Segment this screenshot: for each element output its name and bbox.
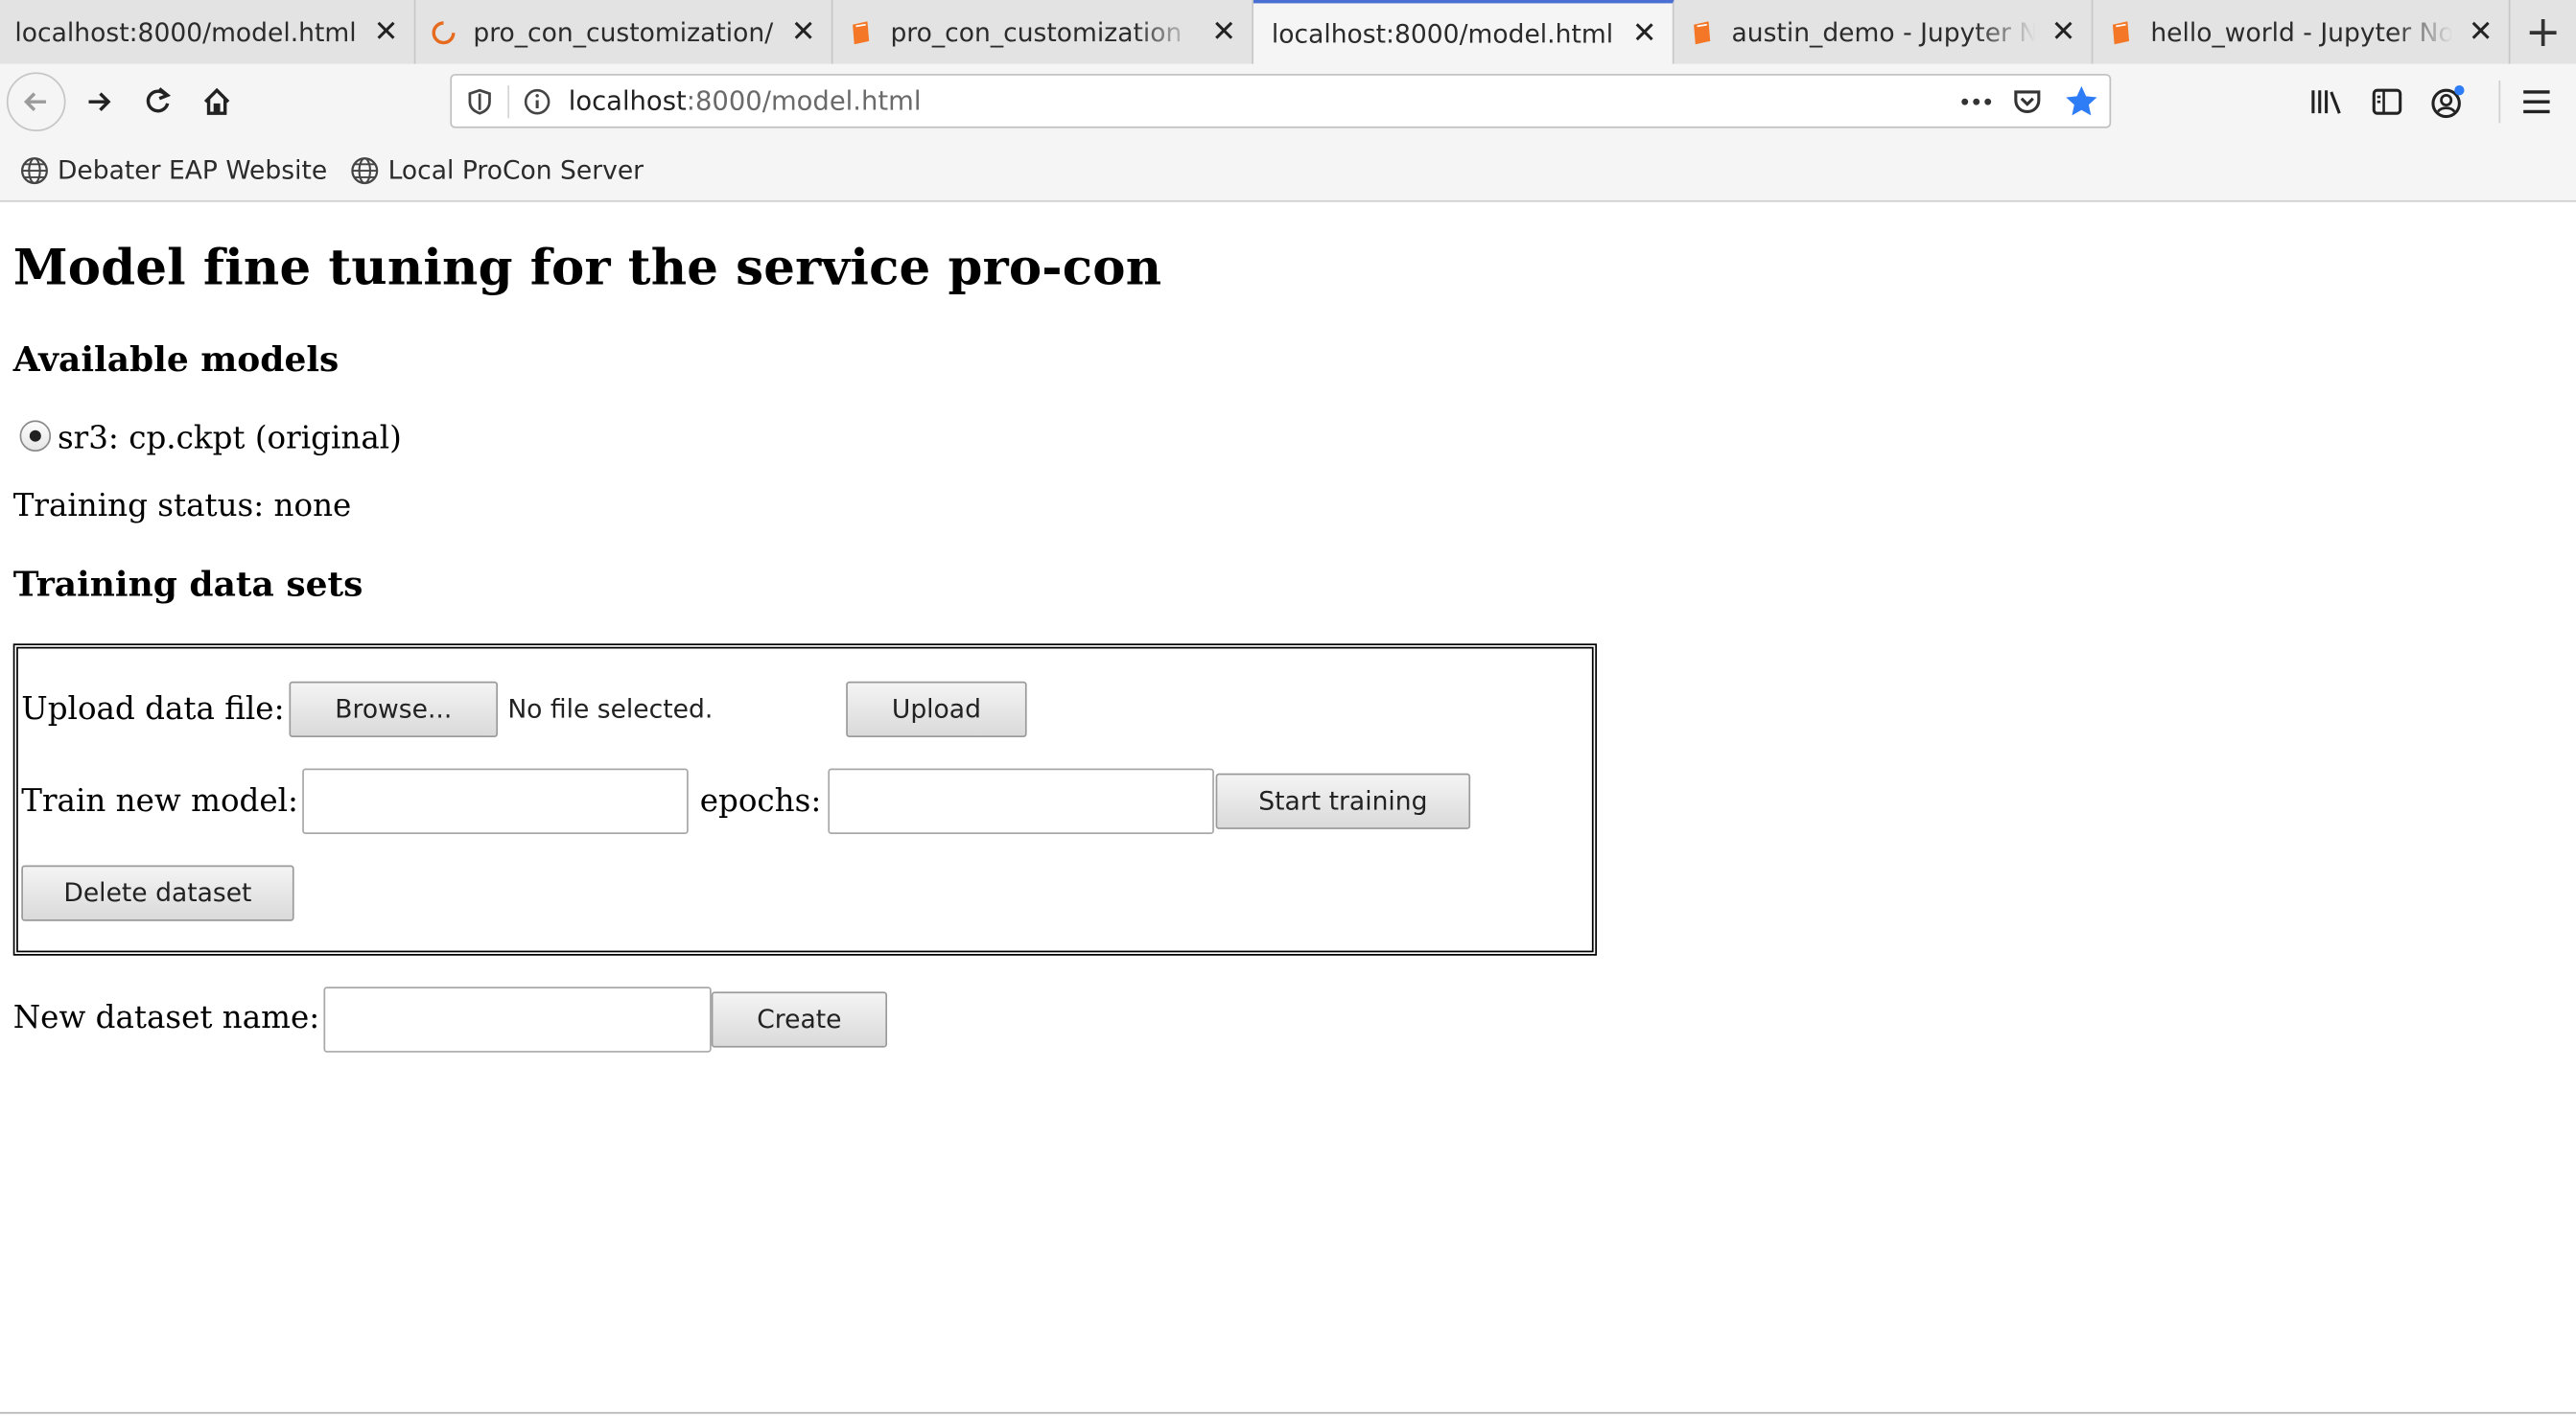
close-icon[interactable]: ✕ [2466, 14, 2495, 49]
bookmark-label: Debater EAP Website [57, 154, 328, 185]
new-tab-button[interactable]: + [2510, 0, 2576, 64]
url-host: localhost [568, 85, 687, 117]
model-radio[interactable] [19, 420, 52, 452]
model-option[interactable]: sr3: cp.ckpt (original) [19, 420, 402, 457]
forward-button[interactable] [69, 72, 129, 131]
browse-button[interactable]: Browse... [289, 681, 499, 737]
bookmarks-toolbar: Debater EAP Website Local ProCon Server [0, 139, 2576, 202]
sidebar-icon[interactable] [2371, 85, 2403, 118]
tab-pro-con-customization-notebook[interactable]: pro_con_customization ✕ [832, 0, 1254, 64]
close-icon[interactable]: ✕ [371, 14, 401, 49]
close-icon[interactable]: ✕ [2049, 14, 2078, 49]
tab-title: localhost:8000/model.html [1271, 18, 1614, 49]
close-icon[interactable]: ✕ [1209, 14, 1239, 49]
available-models-heading: Available models [12, 337, 340, 380]
info-icon[interactable] [523, 86, 552, 116]
delete-dataset-button[interactable]: Delete dataset [21, 865, 294, 921]
tab-austin-demo[interactable]: austin_demo - Jupyter N ✕ [1674, 0, 2094, 64]
new-dataset-label: New dataset name: [12, 999, 320, 1036]
nav-bar: localhost:8000/model.html [0, 63, 2576, 140]
forward-arrow-icon [88, 92, 111, 111]
model-option-label: sr3: cp.ckpt (original) [57, 420, 402, 457]
tab-model-html-1[interactable]: localhost:8000/model.html ✕ [0, 0, 416, 64]
tab-pro-con-customization-dir[interactable]: pro_con_customization/ ✕ [415, 0, 833, 64]
training-status: Training status: none [12, 487, 352, 524]
shield-icon[interactable] [465, 86, 495, 116]
tab-title: pro_con_customization [890, 16, 1183, 47]
dataset-table-inner: Upload data file: Browse... No file sele… [16, 646, 1594, 953]
back-button[interactable] [6, 72, 66, 132]
back-arrow-icon [23, 92, 46, 111]
globe-icon [21, 156, 48, 184]
notebook-icon [1694, 20, 1711, 44]
page-title: Model fine tuning for the service pro-co… [12, 240, 1162, 297]
dataset-table: Upload data file: Browse... No file sele… [12, 643, 1598, 956]
bookmark-debater-eap[interactable]: Debater EAP Website [20, 155, 328, 185]
new-dataset-input[interactable] [323, 987, 712, 1053]
start-training-button[interactable]: Start training [1215, 773, 1471, 829]
bookmark-label: Local ProCon Server [387, 154, 644, 185]
train-label: Train new model: [21, 782, 299, 820]
tab-hello-world[interactable]: hello_world - Jupyter No ✕ [2093, 0, 2511, 64]
page-content: Model fine tuning for the service pro-co… [0, 203, 2576, 1414]
radio-dot [29, 430, 41, 442]
reload-icon [146, 87, 172, 113]
create-button[interactable]: Create [711, 991, 888, 1048]
bookmark-local-procon[interactable]: Local ProCon Server [350, 155, 644, 185]
tab-title: localhost:8000/model.html [14, 16, 357, 47]
tab-title: pro_con_customization/ [473, 16, 774, 47]
home-icon [203, 87, 230, 115]
browser-window: localhost:8000/model.html ✕ pro_con_cust… [0, 0, 2576, 1417]
bottom-divider [0, 1411, 2576, 1414]
upload-button[interactable]: Upload [846, 681, 1027, 737]
url-bar[interactable]: localhost:8000/model.html [450, 74, 2112, 128]
tab-strip: localhost:8000/model.html ✕ pro_con_cust… [0, 0, 2576, 64]
tab-model-html-active[interactable]: localhost:8000/model.html ✕ [1253, 0, 1674, 64]
close-icon[interactable]: ✕ [788, 14, 818, 49]
close-icon[interactable]: ✕ [1629, 16, 1659, 51]
upload-label: Upload data file: [21, 691, 285, 728]
epochs-input[interactable] [828, 768, 1214, 835]
pocket-icon[interactable] [2011, 84, 2044, 117]
no-file-text: No file selected. [507, 694, 714, 725]
loading-spinner-icon [432, 20, 456, 44]
notebook-icon [853, 20, 870, 44]
account-icon[interactable] [2430, 83, 2467, 120]
bookmark-star-icon[interactable] [2064, 82, 2100, 119]
tab-title: austin_demo - Jupyter N [1731, 16, 2036, 47]
library-icon[interactable] [2308, 85, 2345, 118]
url-path: :8000/model.html [686, 85, 922, 117]
more-actions-icon[interactable] [1958, 86, 1995, 116]
tab-title: hello_world - Jupyter No [2150, 16, 2453, 47]
menu-icon[interactable] [2520, 87, 2553, 117]
training-datasets-heading: Training data sets [12, 563, 363, 605]
url-text: localhost:8000/model.html [569, 85, 922, 117]
home-button[interactable] [187, 72, 246, 131]
reload-button[interactable] [129, 72, 188, 131]
globe-icon [351, 156, 379, 184]
epochs-label: epochs: [699, 782, 822, 820]
toolbar-right [2308, 64, 2576, 140]
notebook-icon [2112, 20, 2130, 44]
model-name-input[interactable] [302, 768, 689, 835]
